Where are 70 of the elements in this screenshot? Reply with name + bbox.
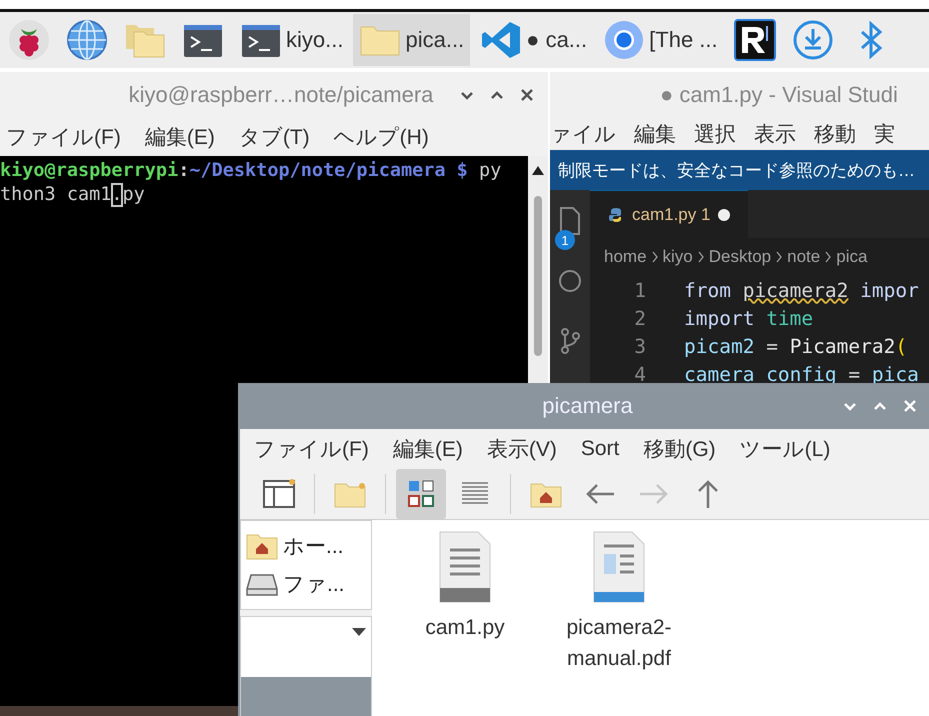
document-file-icon xyxy=(592,530,646,604)
chromium-icon xyxy=(603,19,646,61)
breadcrumb-item[interactable]: home xyxy=(604,247,647,267)
breadcrumb-item[interactable]: pica xyxy=(836,247,868,267)
menu-item[interactable]: ツール(L) xyxy=(740,435,854,463)
menu-item[interactable]: ファイル(F) xyxy=(254,435,393,463)
line-number: 4 xyxy=(633,362,647,386)
restricted-mode-banner[interactable]: 制限モードは、安全なコード参照のためのも… xyxy=(550,150,929,190)
vnc-icon xyxy=(734,19,776,61)
prompt-separator: : xyxy=(178,159,190,183)
taskbar-button[interactable]: ● ca... xyxy=(474,14,594,66)
globe-icon xyxy=(66,19,108,61)
code-text: picam2 = Picamera2( xyxy=(684,334,908,358)
breadcrumb-item[interactable]: kiyo xyxy=(662,247,693,267)
breadcrumb-item[interactable]: Desktop xyxy=(708,247,772,267)
menu-item[interactable]: 移動 xyxy=(814,120,874,148)
menu-item[interactable]: 表示 xyxy=(754,120,814,148)
prompt-path: ~/Desktop/note/picamera $ xyxy=(189,159,468,183)
window-title: picamera xyxy=(541,393,634,419)
menu-item[interactable]: ァイル xyxy=(550,120,634,148)
line-number: 3 xyxy=(633,334,647,358)
menu-item[interactable]: 選択 xyxy=(694,120,754,148)
vscode-icon xyxy=(480,19,522,61)
window-title: kiyo@raspberr…note/picamera xyxy=(128,82,434,108)
prompt-user: kiyo@raspberrypi xyxy=(0,159,178,183)
text-file-icon xyxy=(438,530,492,604)
file-item[interactable]: cam1.py xyxy=(400,530,530,643)
code-text: camera_config = pica xyxy=(684,362,919,386)
file-icon xyxy=(557,206,583,236)
menu-item[interactable]: 実 xyxy=(874,120,913,148)
menu-item[interactable]: 編集(E) xyxy=(392,435,487,463)
close-icon xyxy=(519,87,535,103)
taskbar-button[interactable]: pica... xyxy=(353,14,470,66)
code-text: import time xyxy=(684,306,814,330)
editor-tab[interactable]: cam1.py 1 xyxy=(590,190,748,238)
dropdown-arrow-icon xyxy=(351,627,367,637)
line-number: 1 xyxy=(633,278,647,302)
places-item[interactable]: ホー... xyxy=(241,531,371,561)
menu-item[interactable]: ファイル(F) xyxy=(6,123,145,151)
chevron-right-icon xyxy=(824,251,832,263)
close-icon xyxy=(902,398,918,414)
file-item[interactable]: picamera2-manual.pdf xyxy=(554,530,684,674)
download-icon xyxy=(792,19,834,61)
places-item[interactable]: ファ... xyxy=(241,569,371,599)
python-icon xyxy=(608,206,624,222)
command-text: thon3 cam1 xyxy=(0,183,112,207)
menu-item[interactable]: Sort xyxy=(580,437,644,461)
menu-item[interactable]: 編集(E) xyxy=(144,123,239,151)
chevron-right-icon xyxy=(696,251,705,263)
menu-item[interactable]: 表示(V) xyxy=(486,435,581,463)
taskbar-button[interactable]: kiyo... xyxy=(234,14,350,66)
line-number: 2 xyxy=(633,306,647,330)
breadcrumb-item[interactable]: note xyxy=(787,247,820,267)
menu-item[interactable]: 移動(G) xyxy=(643,435,740,463)
window-title: ● cam1.py - Visual Studi xyxy=(659,82,899,108)
command-text: py xyxy=(478,159,502,183)
chevron-right-icon xyxy=(775,251,784,263)
menu-item[interactable]: ヘルプ(H) xyxy=(334,123,453,151)
command-text: py xyxy=(122,183,145,207)
taskbar-button[interactable]: [The ... xyxy=(597,14,724,66)
scrollbar-thumb[interactable] xyxy=(534,196,542,356)
chevron-right-icon xyxy=(650,251,659,263)
menu-item[interactable]: タブ(T) xyxy=(238,123,334,151)
text-cursor: . xyxy=(111,183,123,207)
toolbar-button[interactable] xyxy=(396,469,446,519)
notification-badge: 1 xyxy=(555,230,575,250)
raspberry-icon xyxy=(8,19,50,61)
menu-item[interactable]: 編集 xyxy=(634,120,694,148)
code-text: from picamera2 impor xyxy=(684,278,919,302)
scroll-up-icon xyxy=(531,164,545,176)
